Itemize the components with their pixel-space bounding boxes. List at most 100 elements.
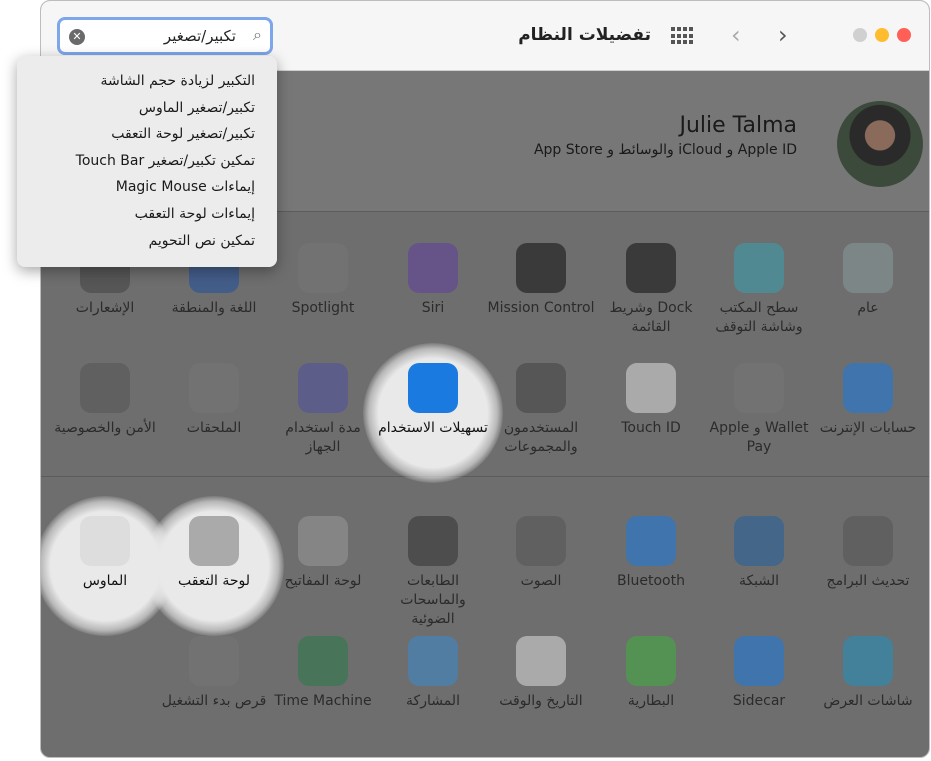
sound-icon [516, 516, 566, 566]
pref-pane-dock[interactable]: Dock وشريط القائمة [596, 243, 706, 337]
close-button[interactable] [897, 28, 911, 42]
pref-pane-wallet[interactable]: Wallet و Apple Pay [704, 363, 814, 457]
pref-pane-label: Dock وشريط القائمة [609, 300, 693, 335]
pref-pane-date-time[interactable]: التاريخ والوقت [486, 636, 596, 711]
pref-pane-internet-accounts[interactable]: حسابات الإنترنت [813, 363, 923, 438]
pref-pane-label: الطابعات والماسحات الضوئية [400, 573, 466, 627]
pref-pane-battery[interactable]: البطارية [596, 636, 706, 711]
suggestion-item[interactable]: إيماءات Magic Mouse [17, 176, 277, 203]
internet-accounts-icon [843, 363, 893, 413]
clear-search-icon[interactable]: ✕ [69, 29, 85, 45]
pref-pane-label: الشبكة [738, 573, 780, 589]
window-title: تفضيلات النظام [518, 25, 651, 45]
divider [41, 476, 929, 477]
pref-pane-label: لوحة المفاتيح [284, 573, 362, 589]
trackpad-icon [189, 516, 239, 566]
siri-icon [408, 243, 458, 293]
pref-pane-label: لوحة التعقب [177, 573, 251, 589]
pref-pane-label: تحديث البرامج [826, 573, 910, 589]
users-icon [516, 363, 566, 413]
suggestion-item[interactable]: إيماءات لوحة التعقب [17, 203, 277, 230]
show-all-grid-icon[interactable] [671, 27, 693, 45]
minimize-button[interactable] [875, 28, 889, 42]
pref-pane-startup-disk[interactable]: قرص بدء التشغيل [159, 636, 269, 711]
pref-pane-label: Touch ID [621, 420, 681, 436]
pref-pane-label: المشاركة [406, 693, 460, 709]
suggestion-item[interactable]: تكبير/تصغير لوحة التعقب [17, 123, 277, 150]
dock-icon [626, 243, 676, 293]
software-update-icon [843, 516, 893, 566]
pref-pane-label: حسابات الإنترنت [819, 420, 917, 436]
suggestion-item[interactable]: تمكين نص التحويم [17, 230, 277, 257]
pref-pane-sound[interactable]: الصوت [486, 516, 596, 591]
accessibility-icon [408, 363, 458, 413]
pref-pane-displays[interactable]: شاشات العرض [813, 636, 923, 711]
account-subtitle: Apple ID و iCloud والوسائط و App Store [533, 142, 797, 158]
search-value[interactable]: تكبير/تصغير [164, 27, 236, 45]
pref-pane-software-update[interactable]: تحديث البرامج [813, 516, 923, 591]
pref-pane-siri[interactable]: Siri [378, 243, 488, 318]
pref-pane-label: شاشات العرض [823, 693, 913, 709]
mission-control-icon [516, 243, 566, 293]
suggestion-item[interactable]: تمكين تكبير/تصغير Touch Bar [17, 150, 277, 177]
startup-disk-icon [189, 636, 239, 686]
pref-pane-sidecar[interactable]: Sidecar [704, 636, 814, 711]
pref-pane-label: الملحقات [186, 420, 242, 436]
sharing-icon [408, 636, 458, 686]
extensions-icon [189, 363, 239, 413]
pref-pane-label: الماوس [82, 573, 128, 589]
suggestion-item[interactable]: تكبير/تصغير الماوس [17, 97, 277, 124]
pref-pane-touch-id[interactable]: Touch ID [596, 363, 706, 438]
avatar[interactable] [837, 101, 923, 187]
pref-pane-screen-time[interactable]: مدة استخدام الجهاز [268, 363, 378, 457]
pref-pane-label: الإشعارات [75, 300, 135, 316]
pref-pane-label: اللغة والمنطقة [171, 300, 257, 316]
pref-pane-security[interactable]: الأمن والخصوصية [50, 363, 160, 438]
pref-pane-trackpad[interactable]: لوحة التعقب [159, 516, 269, 591]
suggestion-item[interactable]: التكبير لزيادة حجم الشاشة [17, 70, 277, 97]
desktop-icon [734, 243, 784, 293]
general-icon [843, 243, 893, 293]
pref-pane-label: Wallet و Apple Pay [709, 420, 809, 455]
pref-pane-label: قرص بدء التشغيل [161, 693, 267, 709]
network-icon [734, 516, 784, 566]
search-input[interactable]: ✕ تكبير/تصغير ⌕ [57, 17, 273, 55]
spotlight-icon [298, 243, 348, 293]
account-name[interactable]: Julie Talma [680, 113, 798, 138]
pref-pane-printer[interactable]: الطابعات والماسحات الضوئية [378, 516, 488, 629]
pref-pane-desktop[interactable]: سطح المكتب وشاشة التوقف [704, 243, 814, 337]
pref-pane-keyboard[interactable]: لوحة المفاتيح [268, 516, 378, 591]
pref-pane-mouse[interactable]: الماوس [50, 516, 160, 591]
forward-button[interactable]: › [778, 21, 788, 49]
pref-pane-label: Bluetooth [617, 573, 685, 589]
screen-time-icon [298, 363, 348, 413]
pref-pane-label: Time Machine [274, 693, 372, 709]
back-button[interactable]: ‹ [731, 21, 741, 49]
pref-pane-label: الأمن والخصوصية [54, 420, 156, 436]
pref-pane-label: Sidecar [732, 693, 786, 709]
pref-pane-spotlight[interactable]: Spotlight [268, 243, 378, 318]
wallet-icon [734, 363, 784, 413]
displays-icon [843, 636, 893, 686]
pref-pane-label: تسهيلات الاستخدام [378, 420, 488, 436]
pref-pane-bluetooth[interactable]: Bluetooth [596, 516, 706, 591]
pref-pane-label: مدة استخدام الجهاز [285, 420, 361, 455]
touch-id-icon [626, 363, 676, 413]
pref-pane-time-machine[interactable]: Time Machine [268, 636, 378, 711]
mouse-icon [80, 516, 130, 566]
battery-icon [626, 636, 676, 686]
pref-pane-sharing[interactable]: المشاركة [378, 636, 488, 711]
search-icon: ⌕ [253, 25, 262, 44]
pref-pane-network[interactable]: الشبكة [704, 516, 814, 591]
date-time-icon [516, 636, 566, 686]
pref-pane-mission-control[interactable]: Mission Control [486, 243, 596, 318]
printer-icon [408, 516, 458, 566]
pref-pane-accessibility[interactable]: تسهيلات الاستخدام [378, 363, 488, 438]
pref-pane-general[interactable]: عام [813, 243, 923, 318]
pref-pane-label: Mission Control [487, 300, 595, 316]
zoom-button[interactable] [853, 28, 867, 42]
pref-pane-label: البطارية [627, 693, 675, 709]
security-icon [80, 363, 130, 413]
pref-pane-extensions[interactable]: الملحقات [159, 363, 269, 438]
search-suggestions-menu: التكبير لزيادة حجم الشاشة تكبير/تصغير الم… [17, 56, 277, 267]
